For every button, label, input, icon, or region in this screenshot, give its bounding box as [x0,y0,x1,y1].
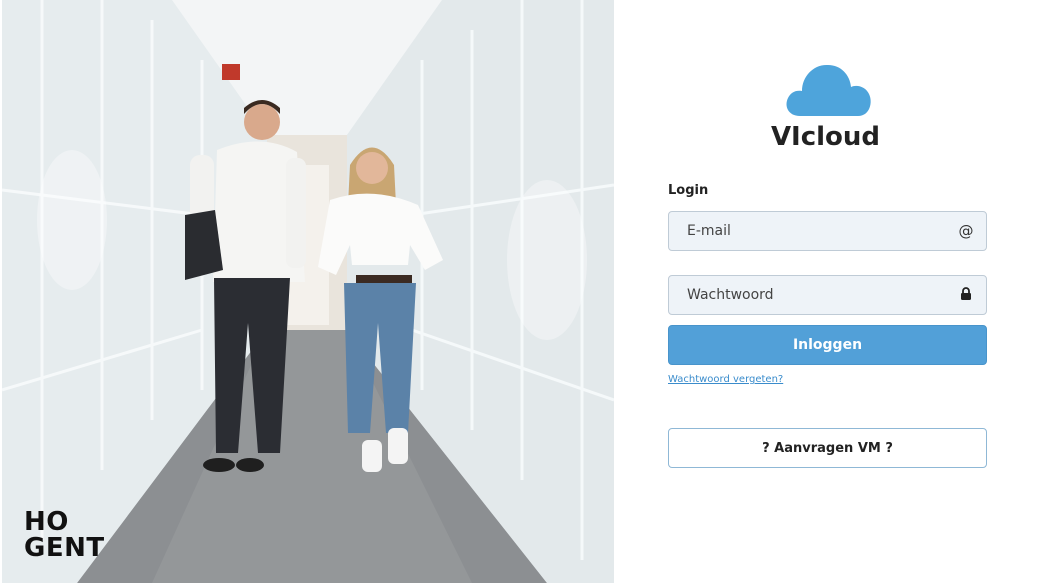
lock-icon [958,286,974,304]
forgot-password-link[interactable]: Wachtwoord vergeten? [668,374,783,385]
hogent-logo: HO GENT [24,509,105,561]
request-vm-button[interactable]: ? Aanvragen VM ? [668,428,987,468]
login-page: HO GENT VIcloud Login E-mail @ Wachtwoor… [0,0,1037,583]
hero-photo: HO GENT [2,0,614,583]
login-panel: VIcloud Login E-mail @ Wachtwoord Inlogg… [614,0,1037,583]
login-button[interactable]: Inloggen [668,325,987,365]
email-field[interactable]: E-mail @ [668,211,987,251]
at-icon: @ [958,222,974,240]
office-corridor-image [2,0,614,583]
logo-line1: HO [24,507,69,537]
password-placeholder: Wachtwoord [687,287,774,303]
password-field[interactable]: Wachtwoord [668,275,987,315]
email-placeholder: E-mail [687,223,731,239]
login-heading: Login [668,183,709,198]
app-title: VIcloud [770,122,881,152]
cloud-icon [786,64,871,116]
logo-line2: GENT [24,533,105,563]
